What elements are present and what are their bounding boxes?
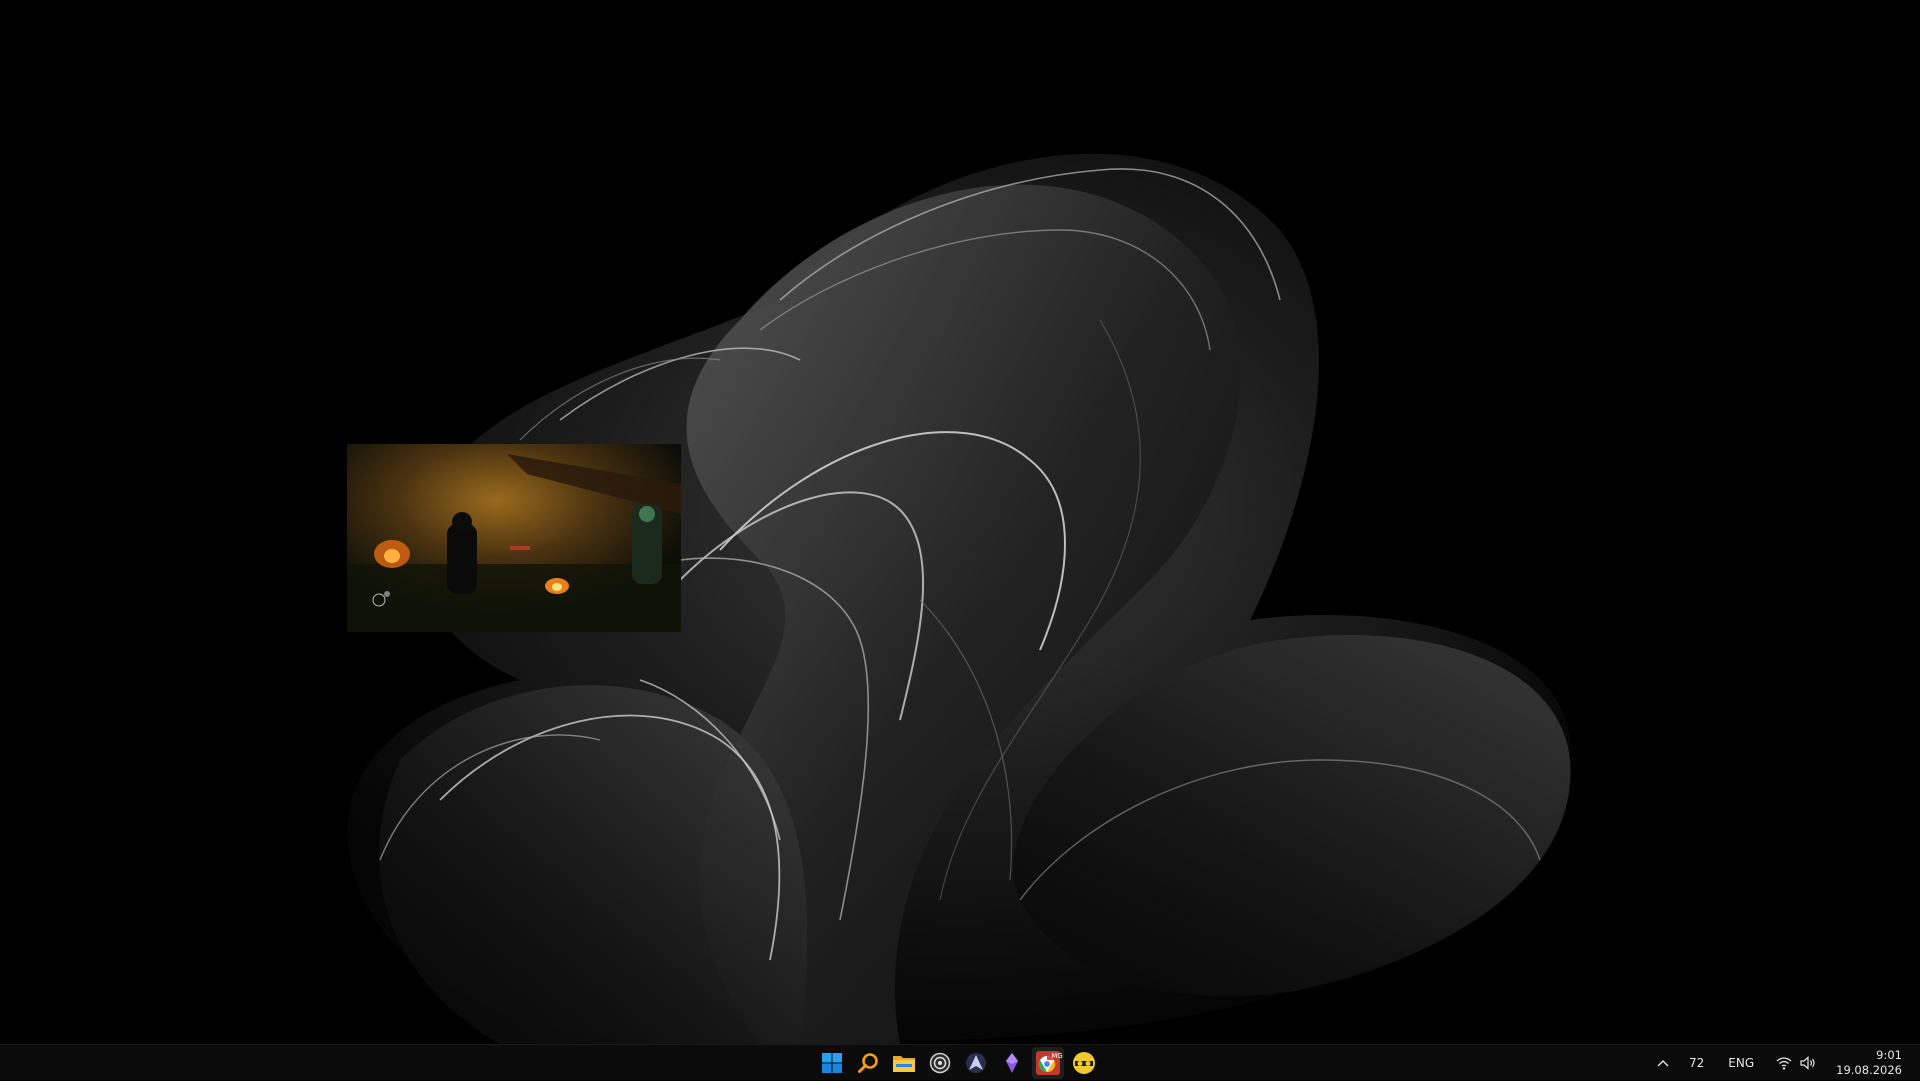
- show-hidden-icons-button[interactable]: [1649, 1045, 1677, 1081]
- triangle-app-icon: [966, 1053, 986, 1073]
- chevron-up-icon: [1657, 1060, 1669, 1067]
- chrome-badge: MG: [1051, 1052, 1063, 1060]
- desktop: [0, 0, 1920, 1044]
- language-indicator[interactable]: ENG: [1716, 1045, 1766, 1081]
- taskbar: MG 72 ENG 9:01 19.08.2026: [0, 1044, 1920, 1080]
- volume-icon: [1800, 1056, 1815, 1070]
- round-app-icon: [1073, 1052, 1095, 1074]
- chrome-button[interactable]: MG: [1032, 1047, 1064, 1079]
- game-scene-thumbnail: [347, 444, 681, 632]
- clock-date: 19.08.2026: [1836, 1063, 1902, 1077]
- clock[interactable]: 9:01 19.08.2026: [1826, 1045, 1920, 1081]
- triangle-app-button[interactable]: [960, 1047, 992, 1079]
- clock-time: 9:01: [1876, 1048, 1902, 1062]
- crystal-app-icon: [1006, 1053, 1018, 1073]
- wifi-icon: [1776, 1057, 1792, 1070]
- network-volume-button[interactable]: [1766, 1045, 1826, 1081]
- start-button[interactable]: [816, 1047, 848, 1079]
- temperature-indicator[interactable]: 72: [1677, 1045, 1716, 1081]
- windows-logo-icon: [822, 1053, 842, 1073]
- wallpaper-bloom: [347, 153, 1571, 1044]
- system-tray: 72 ENG 9:01 19.08.2026: [1649, 1045, 1920, 1081]
- round-app-button[interactable]: [1068, 1047, 1100, 1079]
- circle-app-button[interactable]: [924, 1047, 956, 1079]
- media-preview-window[interactable]: [347, 444, 681, 632]
- taskbar-apps: MG: [816, 1045, 1100, 1081]
- folder-icon: [893, 1056, 915, 1072]
- crystal-app-button[interactable]: [996, 1047, 1028, 1079]
- search-button[interactable]: [852, 1047, 884, 1079]
- file-explorer-button[interactable]: [888, 1047, 920, 1079]
- circle-app-icon: [929, 1052, 951, 1074]
- search-icon: [858, 1053, 878, 1073]
